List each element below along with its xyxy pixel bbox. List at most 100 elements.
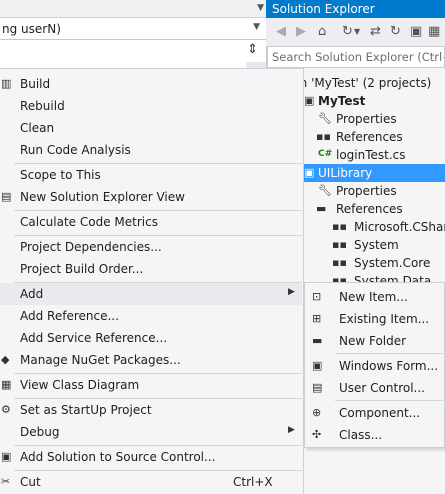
source-control-icon: ▣ [1,450,12,463]
menu-item-add[interactable]: Add ▶ [0,283,302,305]
reference-icon: ▪▪ [332,256,347,269]
chevron-right-icon: ▶ [288,425,295,435]
wrench-icon: 🔧︎ [318,184,332,197]
chevron-down-icon[interactable]: ▼ [354,27,360,36]
menu-item-cut[interactable]: ✂ Cut Ctrl+X [0,471,302,493]
menu-item-calculate-code-metrics[interactable]: Calculate Code Metrics [0,211,302,233]
menu-item-add-to-source-control[interactable]: ▣ Add Solution to Source Control... [0,446,302,468]
menu-item-new-solution-explorer-view[interactable]: ▤ New Solution Explorer View [0,186,302,208]
menu-item-add-service-reference[interactable]: Add Service Reference... [0,327,302,349]
chevron-down-icon: ▼ [253,22,260,32]
scissors-icon: ✂ [1,475,11,488]
menu-item-project-build-order[interactable]: Project Build Order... [0,258,302,280]
existing-item-icon: ⊞ [312,312,322,325]
solution-explorer-search-input[interactable]: Search Solution Explorer (Ctrl+;) [267,46,445,68]
menu-item-run-code-analysis[interactable]: Run Code Analysis [0,139,302,161]
submenu-item-new-folder[interactable]: ▬ New Folder [305,330,445,352]
project-dropdown[interactable]: ▼ [0,0,266,18]
menu-separator [335,353,445,354]
menu-item-label: Cut [20,475,41,489]
menu-item-manage-nuget[interactable]: ◆ Manage NuGet Packages... [0,349,302,371]
refresh-icon[interactable]: ↻ [390,24,401,39]
chevron-down-icon: ▼ [257,3,264,13]
class-diagram-icon: ▦ [1,378,12,391]
chevron-right-icon: ▶ [288,287,295,297]
submenu-item-label: Existing Item... [339,312,430,326]
menu-item-label: Clean [20,121,55,135]
back-icon[interactable]: ◀ [276,24,286,39]
menu-item-build[interactable]: ▥ Build [0,73,302,95]
new-item-icon: ⊡ [312,290,322,303]
tree-item-label: System.Core [354,256,431,270]
reference-icon: ▪▪ [332,238,347,251]
menu-item-label: New Solution Explorer View [20,190,185,204]
tree-item-label: MyTest [318,94,366,108]
csharp-file-icon: C# [318,149,333,159]
member-dropdown[interactable]: ng userN) ▼ [0,18,266,40]
tree-item-label: References [336,202,403,216]
menu-item-label: Debug [20,425,60,439]
menu-item-label: Calculate Code Metrics [20,215,158,229]
sync-icon[interactable]: ⇄ [370,24,381,39]
menu-item-label: Run Code Analysis [20,143,131,157]
menu-item-label: Scope to This [20,168,101,182]
menu-item-view-class-diagram[interactable]: ▦ View Class Diagram [0,374,302,396]
csharp-project-icon: ▣ [304,166,315,179]
menu-item-clean[interactable]: Clean [0,117,302,139]
menu-item-label: Add Solution to Source Control... [20,450,216,464]
tree-item-label: Properties [336,184,397,198]
menu-item-label: View Class Diagram [20,378,140,392]
user-control-icon: ▤ [312,381,323,394]
member-dropdown-value: ng userN) [2,22,61,36]
menu-item-project-dependencies[interactable]: Project Dependencies... [0,236,302,258]
build-icon: ▥ [1,77,12,90]
properties-icon[interactable]: ▦ [428,24,440,39]
project-context-menu: ▥ Build Rebuild Clean Run Code Analysis … [0,68,304,494]
submenu-item-class[interactable]: ✣ Class... [305,424,445,446]
tree-item-label: loginTest.cs [336,148,406,162]
menu-item-label: Rebuild [20,99,65,113]
tree-item-label: Microsoft.CSharp [354,220,445,234]
submenu-item-label: User Control... [339,381,425,395]
submenu-item-label: New Item... [339,290,408,304]
new-view-icon: ▤ [1,190,12,203]
reference-icon: ▪▪ [332,220,347,233]
menu-item-label: Project Build Order... [20,262,144,276]
collapse-all-icon[interactable]: ▣ [410,24,422,39]
new-folder-icon: ▬ [312,334,323,347]
menu-item-rebuild[interactable]: Rebuild [0,95,302,117]
submenu-item-component[interactable]: ⊕ Component... [305,402,445,424]
menu-item-label: Add Reference... [20,309,119,323]
nuget-icon: ◆ [1,353,10,366]
home-icon[interactable]: ⌂ [318,24,326,39]
tree-item-label: UILibrary [318,166,373,180]
menu-item-label: Set as StartUp Project [20,403,152,417]
submenu-item-existing-item[interactable]: ⊞ Existing Item... [305,308,445,330]
menu-item-label: Project Dependencies... [20,240,162,254]
splitter-icon[interactable]: ⇕ [247,42,258,57]
component-icon: ⊕ [312,406,322,419]
shortcut-label: Ctrl+X [233,475,273,489]
submenu-item-new-item[interactable]: ⊡ New Item... [305,286,445,308]
submenu-item-label: Class... [339,428,383,442]
history-icon[interactable]: ↻ [342,24,353,39]
references-icon: ▪▪ [316,130,331,143]
menu-item-add-reference[interactable]: Add Reference... [0,305,302,327]
submenu-item-user-control[interactable]: ▤ User Control... [305,377,445,399]
forward-icon[interactable]: ▶ [296,24,306,39]
menu-item-scope-to-this[interactable]: Scope to This [0,164,302,186]
tree-item-label: System [354,238,399,252]
submenu-item-label: Windows Form... [339,359,439,373]
gear-icon: ⚙ [1,403,11,416]
tree-item-label: References [336,130,403,144]
menu-item-set-startup[interactable]: ⚙ Set as StartUp Project [0,399,302,421]
class-icon: ✣ [312,428,322,441]
menu-item-label: Add [20,287,44,301]
tree-item-label: Properties [336,112,397,126]
submenu-item-windows-form[interactable]: ▣ Windows Form... [305,355,445,377]
menu-item-label: Build [20,77,51,91]
windows-form-icon: ▣ [312,359,323,372]
menu-item-debug[interactable]: Debug ▶ [0,421,302,443]
csharp-project-icon: ▣ [304,94,315,107]
menu-item-label: Manage NuGet Packages... [20,353,181,367]
